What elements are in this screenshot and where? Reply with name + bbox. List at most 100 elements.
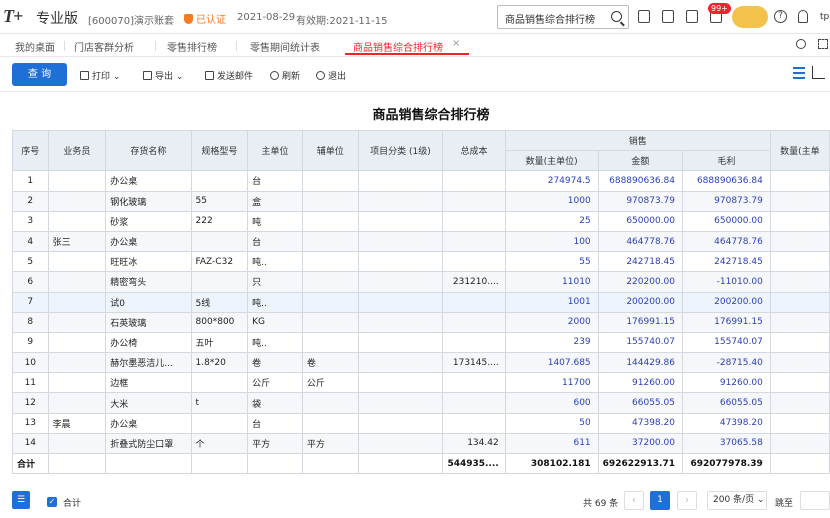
tab-retail-period[interactable]: 零售期间统计表 (250, 39, 320, 54)
table-cell (769, 352, 830, 374)
table-cell: 卷 (301, 352, 359, 374)
exit-button[interactable]: 退出 (316, 69, 346, 82)
table-cell: 办公椅 (105, 331, 192, 354)
user-name[interactable]: tp (820, 12, 829, 22)
table-cell: 13 (12, 412, 49, 434)
table-cell: 55 (504, 251, 599, 273)
col-header[interactable]: 主单位 (247, 129, 303, 172)
jump-page-input[interactable] (800, 491, 830, 510)
table-row[interactable]: 6 精密弯头 只 231210.... 11010 220200.00 -11010.00 (12, 271, 830, 293)
refresh-icon (270, 71, 279, 80)
page-size-select[interactable]: 200 条/页 ⌄ (707, 491, 767, 510)
col-header[interactable]: 辅单位 (301, 129, 359, 172)
calculator-icon[interactable] (638, 10, 650, 23)
fullscreen-icon[interactable] (818, 39, 828, 49)
expiry-date: 有效期:2021-11-15 (296, 16, 388, 27)
list-view-icon[interactable] (793, 67, 805, 79)
table-cell (442, 170, 506, 192)
col-header[interactable]: 规格型号 (190, 129, 249, 172)
table-row[interactable]: 13 李晨 办公桌台 50 47398.20 47398.20 (12, 412, 830, 434)
table-cell (442, 210, 506, 232)
table-row[interactable]: 1 办公桌台 274974.5 688890636.84 688890636.84 (12, 170, 830, 192)
total-checkbox[interactable]: ✓ (47, 497, 57, 507)
tab-store-analysis[interactable]: 门店客群分析 (74, 39, 134, 54)
table-cell: 11010 (504, 271, 599, 293)
next-page-button[interactable]: › (677, 491, 697, 510)
table-cell (357, 251, 444, 273)
table-cell: 台 (247, 412, 303, 434)
table-cell: 1.8*20 (190, 352, 249, 374)
current-page-button[interactable]: 1 (650, 491, 670, 510)
table-cell (357, 331, 444, 354)
table-row[interactable]: 10 赫尔墨恶洁儿... 1.8*20 卷卷 173145.... 1407.685 144… (12, 352, 830, 374)
table-cell (442, 412, 506, 434)
table-row[interactable]: 4 张三 办公桌台 100 464778.76 464778.76 (12, 230, 830, 253)
task-list-icon[interactable] (662, 10, 674, 23)
table-cell (190, 230, 249, 253)
table-row[interactable]: 12 大米 t 袋 600 66055.05 66055.05 (12, 392, 830, 414)
col-header[interactable]: 毛利 (681, 150, 771, 172)
table-row[interactable]: 7 试0 5线 吨.. 1001 200200.00 200200.00 (12, 291, 830, 313)
col-header[interactable]: 业务员 (47, 129, 107, 172)
table-cell (47, 432, 107, 455)
search-icon[interactable] (611, 11, 622, 22)
tab-search-icon[interactable] (796, 39, 806, 49)
user-icon[interactable] (798, 10, 808, 23)
table-row[interactable]: 2 钢化玻璃 55 盒 1000 970873.79 970873.79 (12, 190, 830, 212)
message-icon[interactable] (686, 10, 698, 23)
table-cell: 吨.. (247, 291, 303, 313)
export-button[interactable]: 导出 ⌄ (143, 69, 183, 82)
column-settings-icon[interactable]: ☰ (12, 491, 30, 509)
table-cell: 220200.00 (597, 271, 683, 293)
table-cell: 650000.00 (597, 210, 683, 232)
group-header-sales: 销售 (504, 129, 771, 152)
refresh-button[interactable]: 刷新 (270, 69, 300, 82)
table-cell (769, 412, 830, 434)
chart-view-icon[interactable] (812, 66, 825, 79)
table-row[interactable]: 14 折叠式防尘口罩个平方 平方 134.42 611 37200.00 37065.58 (12, 432, 830, 455)
table-row[interactable]: 11 边框 公斤 公斤 11700 91260.00 91260.00 (12, 372, 830, 394)
total-cell (190, 452, 249, 475)
table-cell (47, 291, 107, 313)
tab-sales-ranking[interactable]: 商品销售综合排行榜 (353, 39, 443, 54)
table-cell: 47398.20 (597, 412, 683, 434)
col-header[interactable]: 项目分类 (1级) (357, 129, 444, 172)
table-cell: 砂浆 (105, 210, 192, 232)
mascot-avatar[interactable] (732, 6, 768, 28)
send-mail-button[interactable]: 发送邮件 (205, 69, 253, 82)
total-cell (301, 452, 359, 475)
table-row[interactable]: 3 砂浆 222 吨 25 650000.00 650000.00 (12, 210, 830, 232)
col-header[interactable]: 总成本 (442, 129, 506, 172)
table-cell: 464778.76 (681, 230, 771, 253)
total-cell (357, 452, 444, 475)
tab-my-desktop[interactable]: 我的桌面 (15, 39, 55, 54)
table-row[interactable]: 9 办公椅 五叶 吨.. 239 155740.07 155740.07 (12, 331, 830, 354)
col-header[interactable]: 金额 (597, 150, 683, 172)
table-cell: 37200.00 (597, 432, 683, 455)
table-cell: 7 (12, 291, 49, 313)
help-icon[interactable]: ? (774, 10, 787, 23)
col-header[interactable]: 数量(主单 (769, 129, 830, 172)
close-tab-icon[interactable]: × (452, 38, 460, 49)
table-cell: 200200.00 (681, 291, 771, 313)
col-header[interactable]: 存货名称 (105, 129, 192, 172)
table-cell (190, 170, 249, 192)
app-logo[interactable]: T+ (3, 6, 23, 27)
query-button[interactable]: 查 询 (12, 63, 67, 86)
table-cell (442, 372, 506, 394)
global-search-input[interactable]: 商品销售综合排行榜 (497, 5, 629, 29)
total-cell: 692622913.71 (597, 452, 683, 475)
table-row[interactable]: 8 石英玻璃 800*800 KG 2000 176991.15 176991.15 (12, 311, 830, 333)
print-button[interactable]: 打印 ⌄ (80, 69, 120, 82)
table-cell: 464778.76 (597, 230, 683, 253)
account-selector[interactable]: [600070]演示账套 (88, 12, 174, 27)
col-header[interactable]: 数量(主单位) (504, 150, 599, 172)
tab-retail-ranking[interactable]: 零售排行榜 (167, 39, 217, 54)
col-header[interactable]: 序号 (12, 129, 49, 172)
table-cell: 赫尔墨恶洁儿... (105, 352, 192, 374)
prev-page-button[interactable]: ‹ (624, 491, 644, 510)
report-toolbar: 查 询 打印 ⌄ 导出 ⌄ 发送邮件 刷新 退出 (0, 58, 830, 90)
total-row: 合计 544935.... 308102.181 692622913.71 692077… (12, 452, 830, 475)
table-row[interactable]: 5 旺旺冰 FAZ-C32 吨.. 55 242718.45 242718.45 (12, 251, 830, 273)
table-cell (47, 271, 107, 293)
